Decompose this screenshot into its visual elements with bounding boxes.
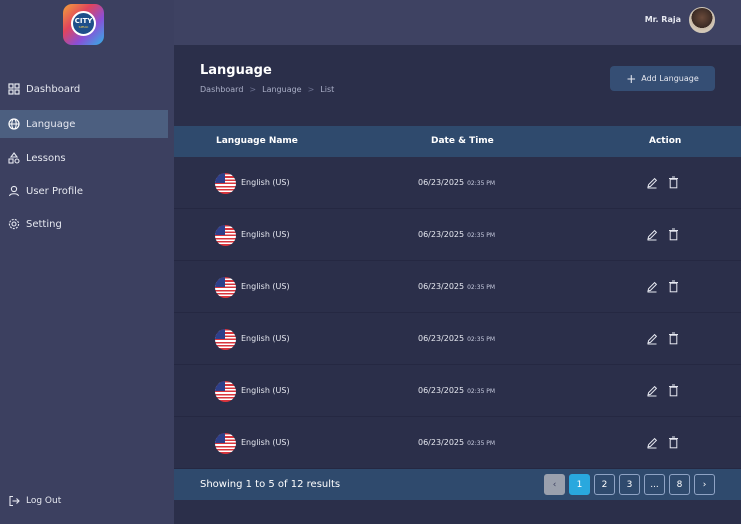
page-button-8[interactable]: 8 (669, 474, 690, 495)
time-value: 02:35 PM (467, 284, 496, 291)
date-time: 06/23/2025 02:35 PM (418, 438, 495, 447)
table-row[interactable]: English (US) 06/23/2025 02:35 PM (174, 313, 741, 365)
column-header-date-time[interactable]: Date & Time (431, 136, 494, 146)
breadcrumb-item-language[interactable]: Language (262, 85, 301, 94)
breadcrumb-item-dashboard[interactable]: Dashboard (200, 85, 243, 94)
date-time: 06/23/2025 02:35 PM (418, 178, 495, 187)
trash-icon[interactable] (668, 436, 679, 449)
edit-icon[interactable] (646, 281, 658, 293)
globe-icon (8, 118, 20, 130)
sidebar-item-label: Setting (26, 218, 62, 230)
date-value: 06/23/2025 (418, 230, 465, 239)
time-value: 02:35 PM (467, 388, 496, 395)
grid-icon (8, 83, 20, 95)
table-header: Language Name Date & Time Action (174, 126, 741, 157)
sidebar-item-user-profile[interactable]: User Profile (0, 177, 168, 205)
page-title: Language (200, 63, 272, 78)
avatar[interactable] (689, 7, 715, 33)
language-name: English (US) (241, 334, 290, 343)
edit-icon[interactable] (646, 385, 658, 397)
top-bar: Mr. Raja (174, 0, 741, 45)
table-row[interactable]: English (US) 06/23/2025 02:35 PM (174, 157, 741, 209)
trash-icon[interactable] (668, 176, 679, 189)
logo-text-primary: CITY (74, 17, 93, 25)
page-button-3[interactable]: 3 (619, 474, 640, 495)
add-language-label: Add Language (641, 74, 699, 83)
date-time: 06/23/2025 02:35 PM (418, 282, 495, 291)
table-row[interactable]: English (US) 06/23/2025 02:35 PM (174, 261, 741, 313)
us-flag-icon (215, 381, 236, 402)
trash-icon[interactable] (668, 384, 679, 397)
app-logo[interactable]: CITY SPEAK (63, 4, 104, 45)
plus-icon: + (626, 71, 637, 86)
logout-button[interactable]: Log Out (8, 495, 61, 507)
column-header-language-name[interactable]: Language Name (216, 136, 298, 146)
us-flag-icon (215, 277, 236, 298)
date-value: 06/23/2025 (418, 438, 465, 447)
table-row[interactable]: English (US) 06/23/2025 02:35 PM (174, 209, 741, 261)
column-header-action: Action (649, 136, 682, 146)
edit-icon[interactable] (646, 177, 658, 189)
date-value: 06/23/2025 (418, 334, 465, 343)
trash-icon[interactable] (668, 280, 679, 293)
breadcrumb-item-list: List (320, 85, 335, 94)
logout-label: Log Out (26, 496, 62, 506)
us-flag-icon (215, 173, 236, 194)
time-value: 02:35 PM (467, 180, 496, 187)
edit-icon[interactable] (646, 437, 658, 449)
next-page-button[interactable]: › (694, 474, 715, 495)
sidebar-item-dashboard[interactable]: Dashboard (0, 75, 168, 103)
us-flag-icon (215, 225, 236, 246)
table-row[interactable]: English (US) 06/23/2025 02:35 PM (174, 365, 741, 417)
add-language-button[interactable]: + Add Language (610, 66, 715, 91)
sidebar-item-label: User Profile (26, 185, 84, 197)
time-value: 02:35 PM (467, 440, 496, 447)
language-name: English (US) (241, 386, 290, 395)
sidebar-item-language[interactable]: Language (0, 110, 168, 138)
logo-badge: CITY SPEAK (71, 11, 96, 36)
user-name[interactable]: Mr. Raja (645, 15, 681, 24)
edit-icon[interactable] (646, 333, 658, 345)
page-button-1[interactable]: 1 (569, 474, 590, 495)
date-value: 06/23/2025 (418, 178, 465, 187)
language-name: English (US) (241, 438, 290, 447)
us-flag-icon (215, 329, 236, 350)
page-button-2[interactable]: 2 (594, 474, 615, 495)
sidebar-item-label: Dashboard (26, 83, 81, 95)
trash-icon[interactable] (668, 228, 679, 241)
table-footer: Showing 1 to 5 of 12 results ‹ 1 2 3 ...… (174, 469, 741, 500)
logout-icon (8, 495, 20, 507)
breadcrumb-separator-icon: > (249, 85, 257, 94)
page-ellipsis: ... (644, 474, 665, 495)
us-flag-icon (215, 433, 236, 454)
sidebar-item-lessons[interactable]: Lessons (0, 144, 168, 172)
sidebar-item-label: Language (26, 118, 76, 130)
prev-page-button[interactable]: ‹ (544, 474, 565, 495)
edit-icon[interactable] (646, 229, 658, 241)
language-name: English (US) (241, 282, 290, 291)
gear-icon (8, 218, 20, 230)
pagination: ‹ 1 2 3 ... 8 › (544, 474, 715, 495)
breadcrumb-separator-icon: > (307, 85, 315, 94)
sidebar: CITY SPEAK Dashboard Language Lessons Us… (0, 0, 174, 524)
shapes-icon (8, 152, 20, 164)
date-time: 06/23/2025 02:35 PM (418, 386, 495, 395)
date-value: 06/23/2025 (418, 282, 465, 291)
language-name: English (US) (241, 178, 290, 187)
sidebar-item-setting[interactable]: Setting (0, 210, 168, 238)
time-value: 02:35 PM (467, 336, 496, 343)
table-row[interactable]: English (US) 06/23/2025 02:35 PM (174, 417, 741, 469)
date-value: 06/23/2025 (418, 386, 465, 395)
language-name: English (US) (241, 230, 290, 239)
sidebar-item-label: Lessons (26, 152, 66, 164)
time-value: 02:35 PM (467, 232, 496, 239)
date-time: 06/23/2025 02:35 PM (418, 230, 495, 239)
trash-icon[interactable] (668, 332, 679, 345)
logo-text-secondary: SPEAK (78, 25, 89, 29)
date-time: 06/23/2025 02:35 PM (418, 334, 495, 343)
user-icon (8, 185, 20, 197)
results-summary: Showing 1 to 5 of 12 results (200, 479, 341, 490)
breadcrumb: Dashboard > Language > List (200, 85, 334, 94)
